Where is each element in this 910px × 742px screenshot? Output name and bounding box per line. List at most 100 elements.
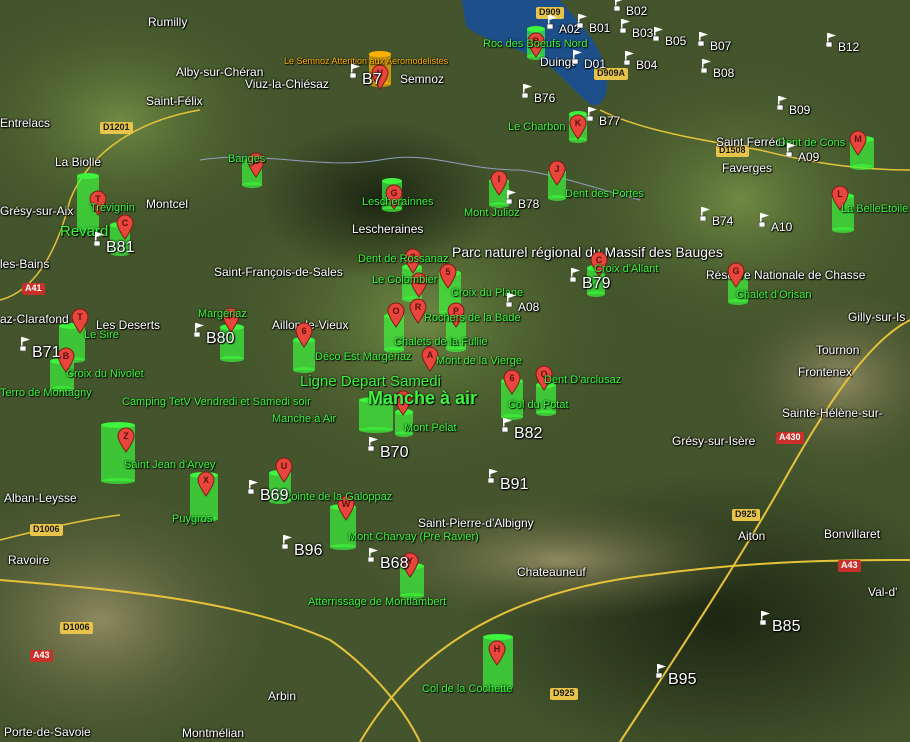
site-label[interactable]: Manche à Air xyxy=(272,414,336,425)
satellite-map[interactable]: D909 D909A D1201 D1508 A41 A430 D1006 D925 A43 D1… xyxy=(0,0,910,742)
site-label[interactable]: Puygros xyxy=(172,514,212,525)
site-label[interactable]: Pointe de la Galoppaz xyxy=(284,492,392,503)
beacon-label[interactable]: B76 xyxy=(534,92,555,104)
site-label[interactable]: Trévignin xyxy=(90,203,135,214)
site-label[interactable]: Dent des Portes xyxy=(565,189,644,200)
site-label[interactable]: Mont de la Vierge xyxy=(436,356,522,367)
beacon-label[interactable]: B01 xyxy=(589,22,610,34)
map-pin-icon[interactable]: Z xyxy=(117,427,143,461)
beacon-flag-icon[interactable] xyxy=(619,19,632,34)
map-pin-icon[interactable]: H xyxy=(488,640,514,674)
map-pin-icon[interactable]: M xyxy=(849,130,875,164)
beacon-flag-icon[interactable] xyxy=(501,418,514,433)
beacon-label[interactable]: A09 xyxy=(798,151,819,163)
beacon-flag-icon[interactable] xyxy=(652,27,665,42)
site-label[interactable]: Dent D'arclusaz xyxy=(544,375,621,386)
beacon-flag-icon[interactable] xyxy=(247,480,260,495)
map-pin-icon[interactable]: O xyxy=(387,302,413,336)
site-label[interactable]: Croix d'Allant xyxy=(594,264,658,275)
beacon-flag-icon[interactable] xyxy=(623,51,636,66)
beacon-label[interactable]: B95 xyxy=(668,672,696,688)
beacon-label[interactable]: B68 xyxy=(380,556,408,572)
beacon-flag-icon[interactable] xyxy=(505,293,518,308)
town-label[interactable]: Alban-Leysse xyxy=(4,492,77,504)
beacon-label[interactable]: B71 xyxy=(32,345,60,361)
beacon-label[interactable]: B74 xyxy=(712,215,733,227)
beacon-flag-icon[interactable] xyxy=(93,232,106,247)
site-label[interactable]: Col de la Cochette xyxy=(422,684,513,695)
beacon-label[interactable]: B05 xyxy=(665,35,686,47)
beacon-flag-icon[interactable] xyxy=(546,15,559,30)
beacon-label[interactable]: B80 xyxy=(206,331,234,347)
beacon-flag-icon[interactable] xyxy=(505,190,518,205)
beacon-flag-icon[interactable] xyxy=(367,548,380,563)
beacon-label[interactable]: B79 xyxy=(582,276,610,292)
beacon-label[interactable]: B70 xyxy=(380,445,408,461)
beacon-flag-icon[interactable] xyxy=(825,33,838,48)
site-label[interactable]: Mont Charvay (Pre Ravier) xyxy=(348,532,479,543)
town-label[interactable]: Arbin xyxy=(268,690,296,702)
beacon-flag-icon[interactable] xyxy=(697,32,710,47)
beacon-label[interactable]: B07 xyxy=(710,40,731,52)
beacon-label[interactable]: A08 xyxy=(518,301,539,313)
beacon-label[interactable]: B08 xyxy=(713,67,734,79)
site-label[interactable]: Margériaz xyxy=(198,309,247,320)
beacon-flag-icon[interactable] xyxy=(367,437,380,452)
town-label[interactable]: Rumilly xyxy=(148,16,187,28)
town-label[interactable]: Saint-François-de-Sales xyxy=(214,266,343,278)
town-label[interactable]: Ravoire xyxy=(8,554,49,566)
town-label[interactable]: az-Clarafond xyxy=(0,313,69,325)
site-label[interactable]: Croix du Nivolet xyxy=(66,369,144,380)
site-label[interactable]: Mont Julioz xyxy=(464,208,520,219)
site-label[interactable]: Ligne Depart Samedi xyxy=(300,374,441,389)
site-label[interactable]: Banges xyxy=(228,154,265,165)
site-label[interactable]: Le Colombier xyxy=(372,275,437,286)
town-label[interactable]: La Biolle xyxy=(55,156,101,168)
site-label[interactable]: Le Semnoz Attention aux Aeromodelistes xyxy=(284,57,448,66)
beacon-label[interactable]: B96 xyxy=(294,543,322,559)
town-label[interactable]: Chateauneuf xyxy=(517,566,586,578)
beacon-label[interactable]: A10 xyxy=(771,221,792,233)
site-label[interactable]: Le Charbon xyxy=(508,122,566,133)
town-label[interactable]: Val-d' xyxy=(868,586,897,598)
beacon-flag-icon[interactable] xyxy=(700,59,713,74)
site-label[interactable]: Déco Est Margériaz xyxy=(315,352,412,363)
site-label[interactable]: Camping TetV Vendredi et Samedi soir xyxy=(122,397,311,408)
beacon-flag-icon[interactable] xyxy=(785,143,798,158)
site-label[interactable]: Dent de Rossanaz xyxy=(358,254,449,265)
town-label[interactable]: les-Bains xyxy=(0,258,49,270)
town-label[interactable]: Viuz-la-Chiésaz xyxy=(245,78,329,90)
town-label[interactable]: Saint-Félix xyxy=(146,95,203,107)
town-label[interactable]: Grésy-sur-Isère xyxy=(672,435,755,447)
beacon-flag-icon[interactable] xyxy=(487,469,500,484)
town-label[interactable]: Faverges xyxy=(722,162,772,174)
beacon-flag-icon[interactable] xyxy=(613,0,626,12)
beacon-flag-icon[interactable] xyxy=(19,337,32,352)
town-label[interactable]: Frontenex xyxy=(798,366,852,378)
map-pin-icon[interactable]: U xyxy=(275,457,301,491)
beacon-label[interactable]: B85 xyxy=(772,619,800,635)
beacon-label[interactable]: B69 xyxy=(260,488,288,504)
beacon-flag-icon[interactable] xyxy=(571,50,584,65)
beacon-label[interactable]: B81 xyxy=(106,240,134,256)
site-label[interactable]: La BelleEtoile xyxy=(841,204,908,215)
beacon-flag-icon[interactable] xyxy=(776,96,789,111)
beacon-flag-icon[interactable] xyxy=(521,84,534,99)
beacon-label[interactable]: B82 xyxy=(514,426,542,442)
map-pin-icon[interactable]: X xyxy=(197,471,223,505)
beacon-flag-icon[interactable] xyxy=(655,664,668,679)
town-label[interactable]: Entrelacs xyxy=(0,117,50,129)
town-label[interactable]: Saint Ferréol xyxy=(716,136,785,148)
map-pin-icon[interactable]: 6 xyxy=(503,369,529,403)
site-label[interactable]: Chalets de la Fullie xyxy=(394,337,488,348)
beacon-flag-icon[interactable] xyxy=(759,611,772,626)
beacon-label[interactable]: B04 xyxy=(636,59,657,71)
town-label[interactable]: Porte-de-Savoie xyxy=(4,726,91,738)
site-label[interactable]: Rochers de la Bade xyxy=(424,313,521,324)
town-label[interactable]: Lescheraines xyxy=(352,223,423,235)
beacon-flag-icon[interactable] xyxy=(193,323,206,338)
site-label[interactable]: Le Sire xyxy=(84,330,119,341)
town-label[interactable]: Montcel xyxy=(146,198,188,210)
site-label[interactable]: Col du Potat xyxy=(508,400,569,411)
beacon-flag-icon[interactable] xyxy=(281,535,294,550)
